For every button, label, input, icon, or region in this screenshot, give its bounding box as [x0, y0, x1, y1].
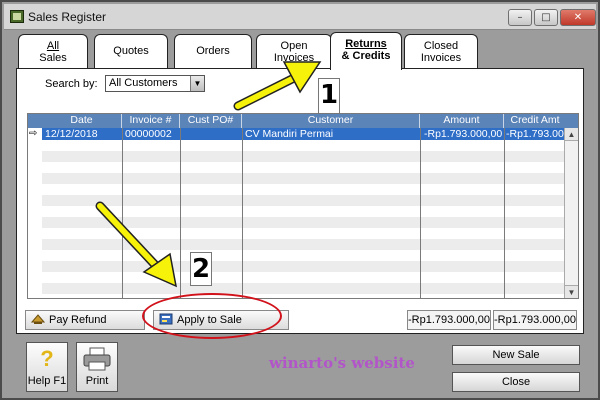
- tab-closed-invoices[interactable]: Closed Invoices: [404, 34, 478, 68]
- sales-register-window: Sales Register – □ ✕ All Sales Quotes Or…: [0, 0, 600, 400]
- chevron-down-icon: ▼: [190, 76, 204, 91]
- tab-returns-credits[interactable]: Returns & Credits: [330, 32, 402, 70]
- search-by-label: Search by:: [45, 78, 98, 90]
- watermark-text: winarto's website: [269, 354, 415, 372]
- scroll-up-icon[interactable]: ▲: [565, 128, 578, 141]
- row-stripe: [42, 173, 564, 184]
- search-by-select[interactable]: All Customers ▼: [105, 75, 205, 92]
- column-divider: [420, 128, 421, 298]
- tab-open-invoices-line2: Invoices: [273, 52, 315, 64]
- table-scrollbar[interactable]: ▲ ▼: [564, 128, 578, 298]
- tab-orders[interactable]: Orders: [174, 34, 252, 68]
- column-divider: [180, 128, 181, 298]
- new-sale-button[interactable]: New Sale: [452, 345, 580, 365]
- row-pointer-icon: ⇨: [29, 128, 38, 139]
- help-question-icon: ?: [40, 346, 54, 371]
- tab-all-sales-line1: All: [46, 40, 60, 52]
- search-by-value: All Customers: [109, 77, 178, 89]
- tab-quotes[interactable]: Quotes: [94, 34, 168, 68]
- col-amount[interactable]: Amount: [420, 114, 504, 128]
- tab-open-invoices-line1: Open: [280, 40, 308, 52]
- row-stripe: [42, 195, 564, 206]
- app-icon: [10, 10, 24, 23]
- cell-customer: CV Mandiri Permai: [245, 128, 334, 140]
- highlight-circle: [142, 293, 282, 339]
- step-1-label: 1: [318, 78, 340, 114]
- col-credit-amt[interactable]: Credit Amt: [504, 114, 566, 128]
- cell-amount: -Rp1.793.000,00: [424, 128, 503, 140]
- cell-date: 12/12/2018: [45, 128, 98, 140]
- minimize-button[interactable]: –: [508, 9, 532, 26]
- returns-credits-panel: Search by: All Customers ▼ Date Invoice …: [16, 68, 584, 334]
- col-date[interactable]: Date: [42, 114, 122, 128]
- tab-closed-invoices-line1: Closed: [423, 40, 459, 52]
- help-label: Help F1: [27, 375, 67, 387]
- column-divider: [242, 128, 243, 298]
- tab-all-sales[interactable]: All Sales: [18, 34, 88, 68]
- row-stripe: [42, 217, 564, 228]
- total-credit-amt: -Rp1.793.000,00: [493, 310, 577, 330]
- col-customer[interactable]: Customer: [242, 114, 420, 128]
- window-title: Sales Register: [28, 10, 107, 24]
- pay-refund-button[interactable]: Pay Refund: [25, 310, 145, 330]
- row-stripe: [42, 283, 564, 294]
- table-header: Date Invoice # Cust PO# Customer Amount …: [28, 114, 578, 128]
- pay-refund-icon: [30, 313, 46, 325]
- col-invoice[interactable]: Invoice #: [122, 114, 180, 128]
- row-stripe: [42, 261, 564, 272]
- tab-quotes-label: Quotes: [113, 45, 149, 57]
- tab-returns-credits-line2: & Credits: [341, 50, 391, 62]
- column-divider: [122, 128, 123, 298]
- step-2-label: 2: [190, 252, 212, 286]
- table-row[interactable]: 12/12/2018 00000002 CV Mandiri Permai -R…: [42, 128, 578, 140]
- returns-table: Date Invoice # Cust PO# Customer Amount …: [27, 113, 579, 299]
- help-button[interactable]: ? Help F1: [26, 342, 68, 392]
- print-button[interactable]: Print: [76, 342, 118, 392]
- cell-invoice: 00000002: [125, 128, 172, 140]
- tab-returns-credits-line1: Returns: [345, 38, 387, 50]
- close-window-button[interactable]: ✕: [560, 9, 596, 26]
- total-amount: -Rp1.793.000,00: [407, 310, 491, 330]
- column-divider: [504, 128, 505, 298]
- row-stripe: [42, 239, 564, 250]
- col-cust-po[interactable]: Cust PO#: [180, 114, 242, 128]
- tab-closed-invoices-line2: Invoices: [420, 52, 462, 64]
- tab-orders-label: Orders: [196, 45, 230, 57]
- tab-all-sales-line2: Sales: [39, 52, 67, 64]
- close-button[interactable]: Close: [452, 372, 580, 392]
- maximize-button[interactable]: □: [534, 9, 558, 26]
- printer-icon: [77, 343, 117, 375]
- register-tabs: All Sales Quotes Orders Open Invoices Re…: [16, 32, 576, 70]
- row-stripe: [42, 151, 564, 162]
- tab-open-invoices[interactable]: Open Invoices: [256, 34, 332, 68]
- title-bar: Sales Register – □ ✕: [4, 4, 596, 30]
- pay-refund-label: Pay Refund: [49, 314, 107, 326]
- print-label: Print: [85, 375, 109, 387]
- scroll-down-icon[interactable]: ▼: [565, 285, 578, 298]
